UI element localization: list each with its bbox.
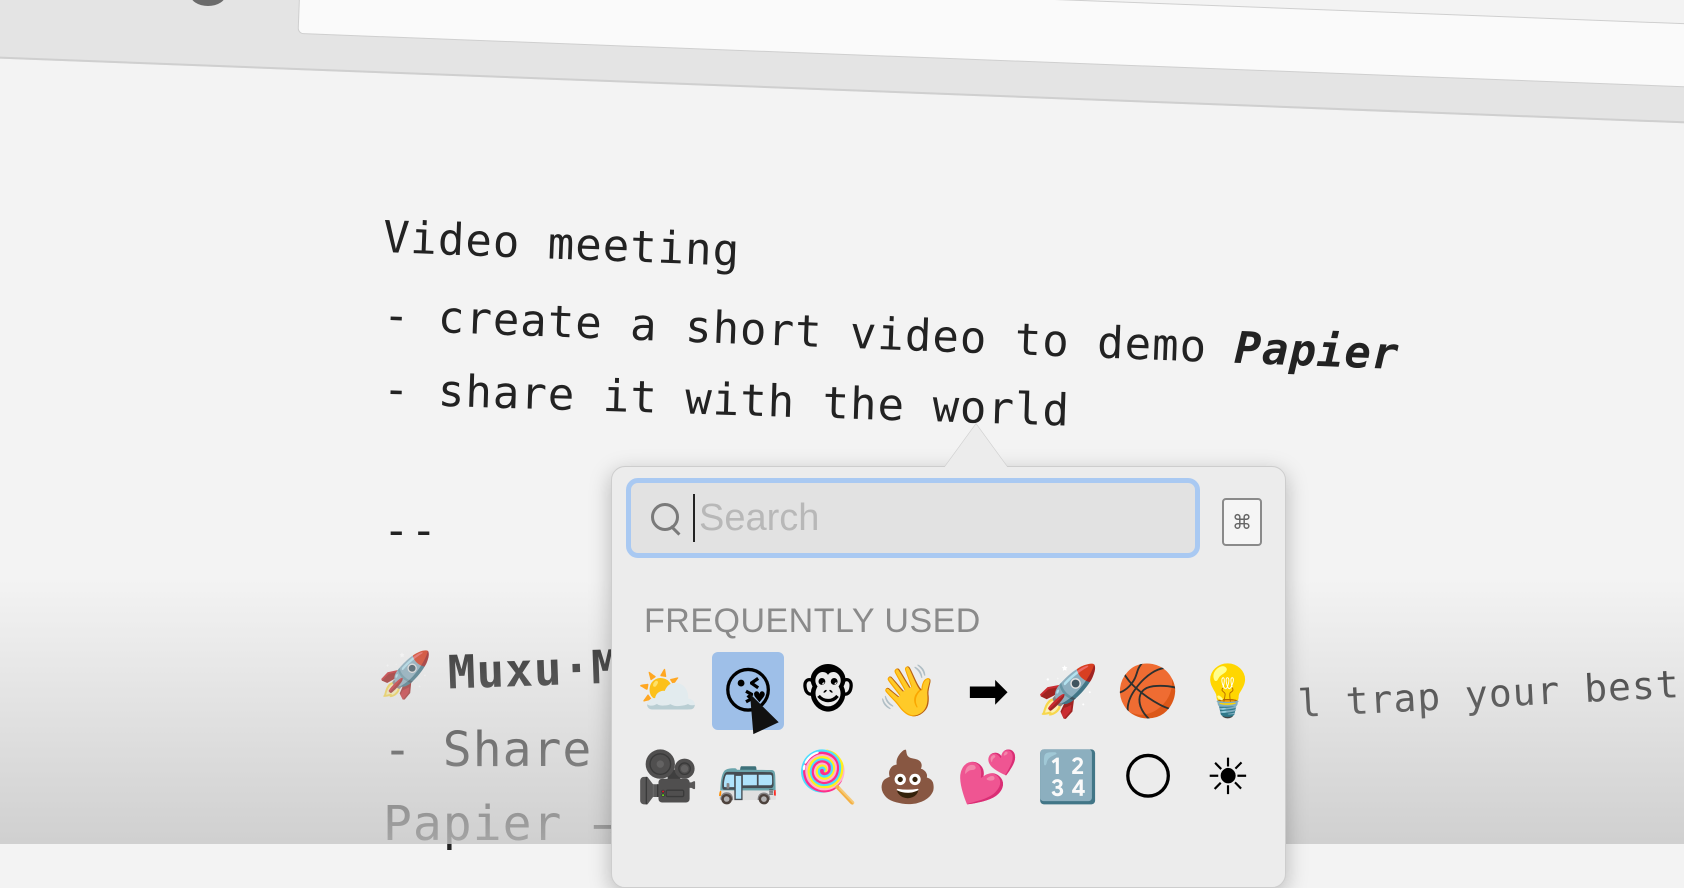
emoji-pile-of-poo[interactable]: 💩 (872, 738, 944, 816)
emoji-sun-behind-cloud[interactable]: ⛅ (632, 652, 704, 730)
emoji-grid: ⛅ 😘 🐵 👋 ➡ 🚀 🏀 💡 🎥 🚌 🍭 💩 💕 🔢 🌕 ☀ (632, 652, 1272, 824)
papier-emphasis: Papier (1233, 322, 1401, 381)
text-caret (693, 494, 695, 542)
emoji-right-arrow[interactable]: ➡ (952, 652, 1024, 730)
emoji-rocket[interactable]: 🚀 (1032, 652, 1104, 730)
emoji-bus[interactable]: 🚌 (712, 738, 784, 816)
emoji-light-bulb[interactable]: 💡 (1192, 652, 1264, 730)
emoji-two-hearts[interactable]: 💕 (952, 738, 1024, 816)
emoji-see-no-evil-monkey[interactable]: 🐵 (792, 652, 864, 730)
search-icon (649, 501, 683, 535)
emoji-input-numbers[interactable]: 🔢 (1032, 738, 1104, 816)
rocket-icon: 🚀 (377, 649, 435, 702)
emoji-search-input[interactable] (697, 495, 1141, 541)
character-viewer-icon[interactable]: ⌘ (1222, 498, 1262, 546)
emoji-sun[interactable]: ☀ (1192, 738, 1264, 816)
editor-line-heading: 🚀 Muxu·M (377, 640, 621, 702)
emoji-basketball[interactable]: 🏀 (1112, 652, 1184, 730)
emoji-movie-camera[interactable]: 🎥 (632, 738, 704, 816)
emoji-waving-hand[interactable]: 👋 (872, 652, 944, 730)
emoji-search-box[interactable] (626, 478, 1200, 558)
section-label-frequently-used: FREQUENTLY USED (644, 602, 981, 640)
editor-line-thought: l trap your best thought (1296, 652, 1684, 726)
editor-line-demo-text: - create a short video to demo (382, 290, 1236, 374)
emoji-full-moon[interactable]: 🌕 (1112, 738, 1184, 816)
editor-line-demo: - create a short video to demo Papier (382, 290, 1400, 380)
editor-heading-text: Muxu·M (446, 639, 621, 700)
emoji-picker-arrow (944, 424, 1008, 468)
editor-line-separator: -- (383, 505, 438, 556)
emoji-lollipop[interactable]: 🍭 (792, 738, 864, 816)
editor-line-title: Video meeting (382, 212, 742, 277)
